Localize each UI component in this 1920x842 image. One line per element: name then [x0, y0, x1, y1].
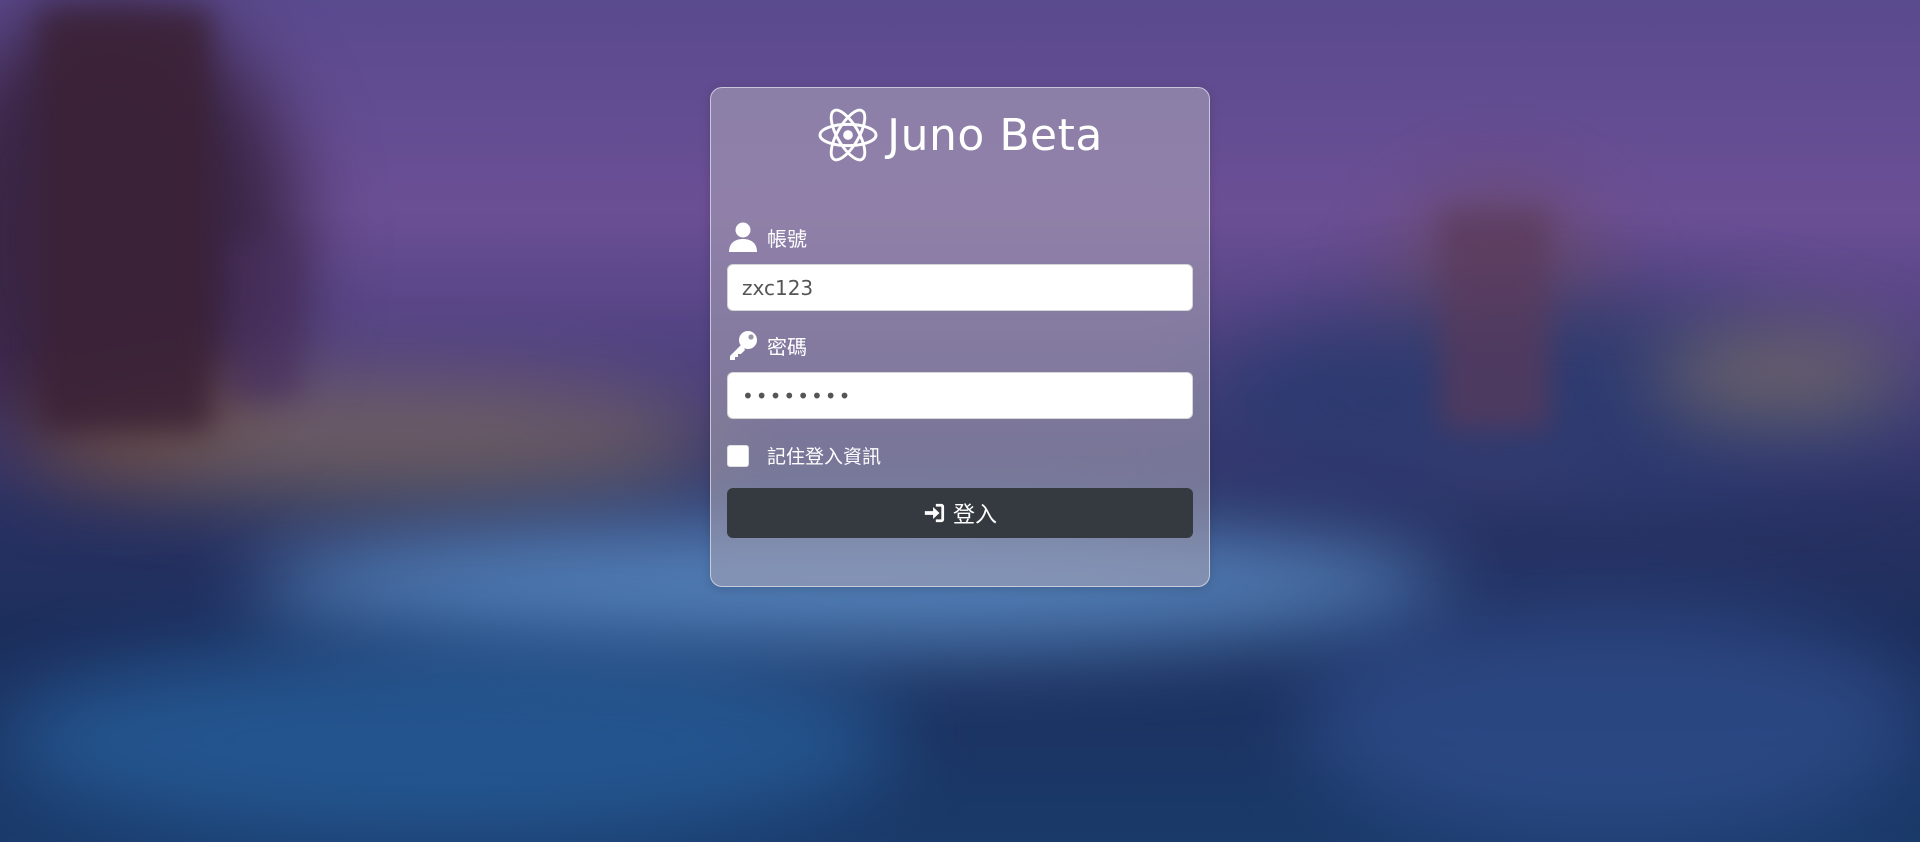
password-input[interactable]	[727, 372, 1193, 419]
username-label-text: 帳號	[767, 226, 807, 251]
user-icon	[729, 222, 757, 252]
password-label: 密碼	[727, 329, 807, 361]
sign-in-icon	[924, 503, 945, 523]
remember-row: 記住登入資訊	[727, 442, 881, 469]
password-label-text: 密碼	[767, 334, 807, 359]
login-button-label: 登入	[952, 503, 997, 528]
brand: Juno Beta	[711, 106, 1209, 164]
username-label: 帳號	[727, 221, 807, 253]
app-title: Juno Beta	[887, 109, 1103, 161]
remember-label: 記住登入資訊	[767, 446, 882, 468]
username-input[interactable]	[727, 264, 1193, 311]
remember-checkbox[interactable]	[727, 444, 749, 467]
key-icon	[730, 331, 757, 360]
atom-icon	[818, 108, 878, 162]
login-card: Juno Beta 帳號 密碼 記住登入資訊 登入	[710, 87, 1210, 587]
login-button[interactable]: 登入	[727, 488, 1193, 538]
